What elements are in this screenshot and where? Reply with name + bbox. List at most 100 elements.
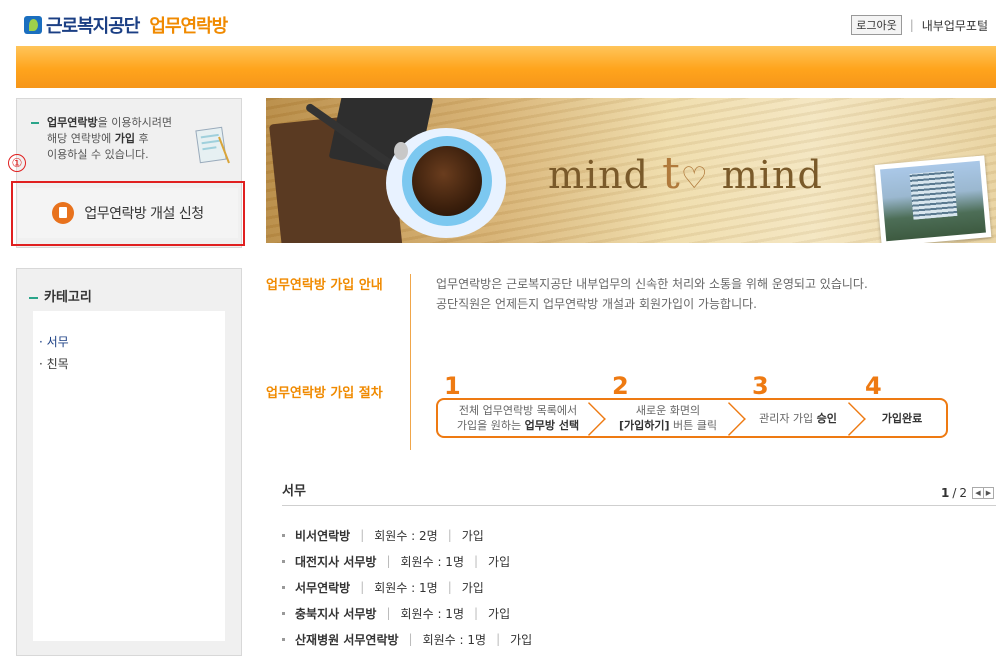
pager-buttons: ◀ ▶ [972,487,994,499]
category-list: 서무 친목 [33,311,225,641]
list-item: 비서연락방 | 회원수 : 2명 | 가입 [282,522,532,548]
bullet-bar [31,122,39,124]
list-divider [282,505,996,506]
slogan-word-2: mind [721,153,823,197]
divider: | [360,580,365,594]
step-3-line-pre: 관리자 가입 [759,411,817,425]
open-room-request-label: 업무연락방 개설 신청 [84,206,204,222]
header: 근로복지공단 업무연락방 로그아웃 | 내부업무포털 [0,0,1008,48]
logo-mark-icon [24,16,42,34]
page-current: 1 [940,486,950,500]
divider: | [447,528,452,542]
logout-button[interactable]: 로그아웃 [851,15,902,35]
document-icon [52,202,75,224]
room-members: 회원수 : 1명 [400,554,464,569]
site-name: 업무연락방 [149,16,228,37]
step-number-3: 3 [752,372,769,400]
portal-link[interactable]: 내부업무포털 [922,17,988,34]
divider: | [386,554,391,568]
step-3: 관리자 가입 승인 [738,400,858,436]
step-4: 가입완료 [858,400,946,436]
divider: | [408,632,413,646]
orange-band [16,46,996,88]
list-item: 서무연락방 | 회원수 : 1명 | 가입 [282,574,532,600]
list-item: 산재병원 서무연락방 | 회원수 : 1명 | 가입 [282,626,532,652]
guide-line-2: 공단직원은 언제든지 업무연락방 개설과 회원가입이 가능합니다. [436,297,757,311]
heart-icon: ♡ [680,161,709,196]
bullet-icon [282,611,285,615]
join-link[interactable]: 가입 [462,527,484,544]
join-line1-rest: 을 이용하시려면 [97,116,172,129]
join-line1-bold: 업무연락방 [47,116,98,129]
divider: | [909,18,914,32]
procedure-heading: 업무연락방 가입 절차 [266,386,383,401]
slogan-heart-t: t [662,148,681,199]
join-line2-bold: 가입 [114,132,135,145]
room-name-link[interactable]: 비서연락방 [295,527,350,544]
join-line2-pre: 해당 연락방에 [47,132,115,145]
list-item: 대전지사 서무방 | 회원수 : 1명 | 가입 [282,548,532,574]
step-1-line-1: 전체 업무연락방 목록에서 [458,404,578,417]
top-links: 로그아웃 | 내부업무포털 [851,15,988,35]
room-members: 회원수 : 1명 [422,632,487,647]
guide-line-1: 업무연락방은 근로복지공단 내부업무의 신속한 처리와 소통을 위해 운영되고 … [436,277,868,291]
join-line3: 이용하실 수 있습니다. [47,148,149,161]
open-room-request-button[interactable]: 업무연락방 개설 신청 [18,188,238,238]
guide-text: 업무연락방은 근로복지공단 내부업무의 신속한 처리와 소통을 위해 운영되고 … [436,274,868,314]
logo[interactable]: 근로복지공단 업무연락방 [24,12,228,38]
room-name-link[interactable]: 산재병원 서무연락방 [295,631,399,648]
divider: | [473,554,479,568]
org-name: 근로복지공단 [46,16,140,37]
category-box: 카테고리 서무 친목 [16,268,242,656]
step-2: 새로운 화면의 [가입하기] 버튼 클릭 [598,400,738,436]
pagination: 1 / 2 ◀ ▶ [941,486,994,500]
guide-heading: 업무연락방 가입 안내 [266,278,383,293]
next-page-icon[interactable]: ▶ [983,488,993,498]
join-info-text: 업무연락방을 이용하시려면 해당 연락방에 가입 후 이용하실 수 있습니다. [31,115,191,163]
bullet-icon [282,637,285,641]
notebook-icon [195,126,230,164]
divider: | [386,606,391,620]
divider: | [496,632,501,646]
room-name-link[interactable]: 충북지사 서무방 [295,605,376,622]
vertical-divider [410,274,411,450]
slogan-word-1: mind [548,153,649,197]
join-link[interactable]: 가입 [488,553,510,570]
room-name-link[interactable]: 서무연락방 [295,579,350,596]
building-photo [874,155,992,243]
step-2-line-2-post: 버튼 클릭 [669,419,718,432]
spoon-image [394,142,408,160]
category-item-seomu[interactable]: 서무 [39,331,219,353]
room-members: 회원수 : 1명 [400,606,464,621]
step-3-line-bold: 승인 [816,411,837,425]
step-1: 전체 업무연락방 목록에서 가입을 원하는 업무방 선택 [438,400,598,436]
page-total: 2 [959,486,967,500]
bullet-icon [282,559,285,563]
join-link[interactable]: 가입 [462,579,484,596]
list-item: 충북지사 서무방 | 회원수 : 1명 | 가입 [282,600,532,626]
list-title: 서무 [282,484,306,499]
step-marker: ① [8,154,26,172]
coffee-image [412,146,482,216]
step-1-line-2-bold: 업무방 선택 [524,419,580,432]
building-image [909,170,958,220]
step-number-1: 1 [444,372,461,400]
divider: | [447,580,452,594]
room-members: 회원수 : 1명 [374,580,438,595]
step-2-line-1: 새로운 화면의 [635,404,701,417]
room-name-link[interactable]: 대전지사 서무방 [295,553,376,570]
room-members: 회원수 : 2명 [374,528,438,543]
bullet-icon [282,585,285,589]
divider: | [473,606,479,620]
step-1-line-2-pre: 가입을 원하는 [456,419,525,432]
step-number-2: 2 [612,372,629,400]
join-link[interactable]: 가입 [488,605,510,622]
page-separator: / [952,486,957,500]
step-number-4: 4 [865,372,882,400]
divider: | [360,528,365,542]
banner-image: mind t♡ mind [266,98,996,243]
join-link[interactable]: 가입 [510,631,532,648]
prev-page-icon[interactable]: ◀ [973,488,983,498]
room-list: 비서연락방 | 회원수 : 2명 | 가입 대전지사 서무방 | 회원수 : 1… [282,522,532,652]
category-item-chinmok[interactable]: 친목 [39,353,219,375]
